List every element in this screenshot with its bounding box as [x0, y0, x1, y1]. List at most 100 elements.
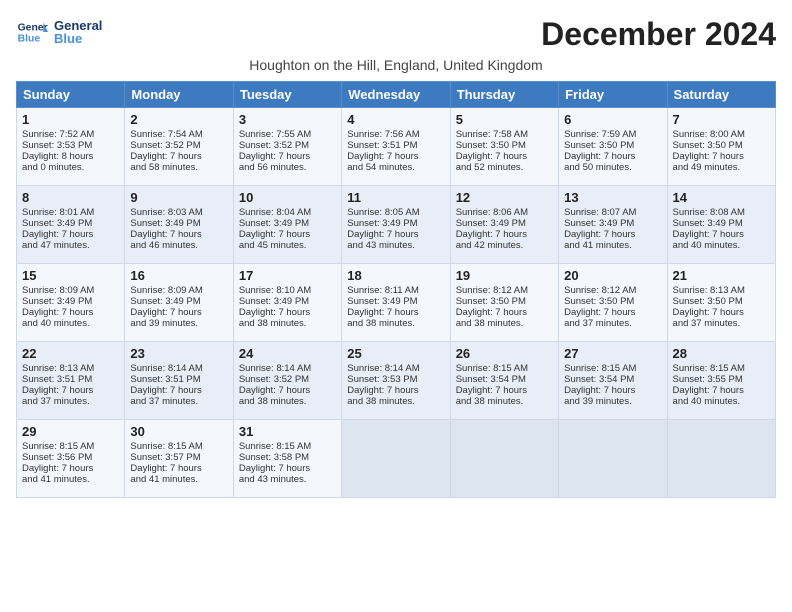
day-info-line: and 38 minutes.	[456, 396, 553, 407]
day-info-line: Daylight: 7 hours	[673, 385, 770, 396]
day-info-line: Sunrise: 8:14 AM	[239, 363, 336, 374]
day-info-line: Sunrise: 7:52 AM	[22, 129, 119, 140]
logo-icon: General Blue	[16, 16, 48, 48]
day-info-line: and 52 minutes.	[456, 162, 553, 173]
day-number: 21	[673, 268, 770, 283]
day-info-line: Sunset: 3:50 PM	[564, 296, 661, 307]
day-info-line: Sunset: 3:58 PM	[239, 452, 336, 463]
calendar-cell: 4Sunrise: 7:56 AMSunset: 3:51 PMDaylight…	[342, 108, 450, 186]
calendar-cell: 18Sunrise: 8:11 AMSunset: 3:49 PMDayligh…	[342, 264, 450, 342]
day-info-line: Sunrise: 7:58 AM	[456, 129, 553, 140]
day-info-line: Sunset: 3:51 PM	[22, 374, 119, 385]
day-info-line: Sunset: 3:53 PM	[22, 140, 119, 151]
day-number: 27	[564, 346, 661, 361]
day-info-line: Sunrise: 8:08 AM	[673, 207, 770, 218]
day-info-line: Daylight: 7 hours	[564, 385, 661, 396]
day-info-line: Sunset: 3:49 PM	[456, 218, 553, 229]
calendar-cell: 13Sunrise: 8:07 AMSunset: 3:49 PMDayligh…	[559, 186, 667, 264]
calendar-cell: 14Sunrise: 8:08 AMSunset: 3:49 PMDayligh…	[667, 186, 775, 264]
day-number: 23	[130, 346, 227, 361]
day-info-line: Sunset: 3:52 PM	[239, 140, 336, 151]
day-info-line: Sunrise: 8:05 AM	[347, 207, 444, 218]
day-number: 18	[347, 268, 444, 283]
day-info-line: and 40 minutes.	[22, 318, 119, 329]
day-info-line: and 56 minutes.	[239, 162, 336, 173]
calendar-cell: 17Sunrise: 8:10 AMSunset: 3:49 PMDayligh…	[233, 264, 341, 342]
day-info-line: Sunrise: 8:15 AM	[130, 441, 227, 452]
day-number: 30	[130, 424, 227, 439]
calendar-cell: 16Sunrise: 8:09 AMSunset: 3:49 PMDayligh…	[125, 264, 233, 342]
day-number: 9	[130, 190, 227, 205]
day-number: 10	[239, 190, 336, 205]
day-info-line: Sunrise: 8:06 AM	[456, 207, 553, 218]
day-info-line: and 39 minutes.	[130, 318, 227, 329]
day-info-line: and 38 minutes.	[347, 396, 444, 407]
day-info-line: Daylight: 7 hours	[456, 151, 553, 162]
day-info-line: Sunrise: 8:04 AM	[239, 207, 336, 218]
calendar-cell: 15Sunrise: 8:09 AMSunset: 3:49 PMDayligh…	[17, 264, 125, 342]
day-info-line: Sunrise: 8:15 AM	[239, 441, 336, 452]
day-info-line: and 41 minutes.	[564, 240, 661, 251]
day-info-line: Sunset: 3:49 PM	[239, 296, 336, 307]
column-header-wednesday: Wednesday	[342, 82, 450, 108]
calendar-cell: 10 Sunrise: 8:04 AMSunset: 3:49 PMDayligh…	[233, 186, 341, 264]
day-info-line: Sunrise: 8:15 AM	[564, 363, 661, 374]
day-number: 22	[22, 346, 119, 361]
day-info-line: Sunset: 3:50 PM	[456, 140, 553, 151]
day-info-line: Sunrise: 8:03 AM	[130, 207, 227, 218]
day-info-line: Sunrise: 7:55 AM	[239, 129, 336, 140]
day-info-line: Daylight: 7 hours	[239, 229, 336, 240]
day-number: 28	[673, 346, 770, 361]
day-info-line: Sunset: 3:51 PM	[347, 140, 444, 151]
day-number: 4	[347, 112, 444, 127]
day-info-line: and 41 minutes.	[130, 474, 227, 485]
day-info-line: Sunrise: 7:56 AM	[347, 129, 444, 140]
day-info-line: Sunset: 3:50 PM	[564, 140, 661, 151]
day-info-line: Daylight: 7 hours	[239, 307, 336, 318]
column-header-friday: Friday	[559, 82, 667, 108]
logo: General Blue General Blue	[16, 16, 102, 48]
header: General Blue General Blue December 2024	[16, 16, 776, 53]
calendar-cell: 27Sunrise: 8:15 AMSunset: 3:54 PMDayligh…	[559, 342, 667, 420]
day-number: 7	[673, 112, 770, 127]
day-info-line: Sunrise: 8:15 AM	[456, 363, 553, 374]
calendar-cell: 20Sunrise: 8:12 AMSunset: 3:50 PMDayligh…	[559, 264, 667, 342]
day-info-line: Daylight: 7 hours	[22, 307, 119, 318]
day-number: 14	[673, 190, 770, 205]
day-number: 24	[239, 346, 336, 361]
day-info-line: Sunset: 3:52 PM	[239, 374, 336, 385]
day-number: 2	[130, 112, 227, 127]
day-info-line: and 54 minutes.	[347, 162, 444, 173]
day-info-line: Sunset: 3:49 PM	[239, 218, 336, 229]
day-info-line: Sunrise: 8:00 AM	[673, 129, 770, 140]
day-info-line: Daylight: 7 hours	[347, 229, 444, 240]
day-info-line: Daylight: 7 hours	[456, 229, 553, 240]
day-number: 16	[130, 268, 227, 283]
calendar-cell	[559, 420, 667, 498]
day-info-line: Daylight: 7 hours	[22, 463, 119, 474]
day-info-line: Sunrise: 8:12 AM	[564, 285, 661, 296]
day-info-line: and 38 minutes.	[239, 318, 336, 329]
day-info-line: Sunset: 3:50 PM	[673, 296, 770, 307]
day-info-line: Sunset: 3:49 PM	[564, 218, 661, 229]
day-info-line: Sunrise: 7:59 AM	[564, 129, 661, 140]
day-info-line: and 50 minutes.	[564, 162, 661, 173]
column-header-monday: Monday	[125, 82, 233, 108]
day-info-line: Sunrise: 8:10 AM	[239, 285, 336, 296]
column-header-saturday: Saturday	[667, 82, 775, 108]
day-info-line: Sunrise: 8:13 AM	[673, 285, 770, 296]
day-info-line: and 40 minutes.	[673, 240, 770, 251]
day-info-line: Sunset: 3:56 PM	[22, 452, 119, 463]
calendar-table: SundayMondayTuesdayWednesdayThursdayFrid…	[16, 81, 776, 498]
day-info-line: Sunrise: 8:12 AM	[456, 285, 553, 296]
day-info-line: Sunset: 3:55 PM	[673, 374, 770, 385]
day-info-line: Sunrise: 8:09 AM	[22, 285, 119, 296]
day-info-line: Daylight: 7 hours	[673, 229, 770, 240]
calendar-cell: 12Sunrise: 8:06 AMSunset: 3:49 PMDayligh…	[450, 186, 558, 264]
day-info-line: Sunrise: 8:07 AM	[564, 207, 661, 218]
week-row-4: 22Sunrise: 8:13 AMSunset: 3:51 PMDayligh…	[17, 342, 776, 420]
day-number: 19	[456, 268, 553, 283]
day-info-line: and 47 minutes.	[22, 240, 119, 251]
day-info-line: Sunrise: 7:54 AM	[130, 129, 227, 140]
calendar-cell: 31Sunrise: 8:15 AMSunset: 3:58 PMDayligh…	[233, 420, 341, 498]
